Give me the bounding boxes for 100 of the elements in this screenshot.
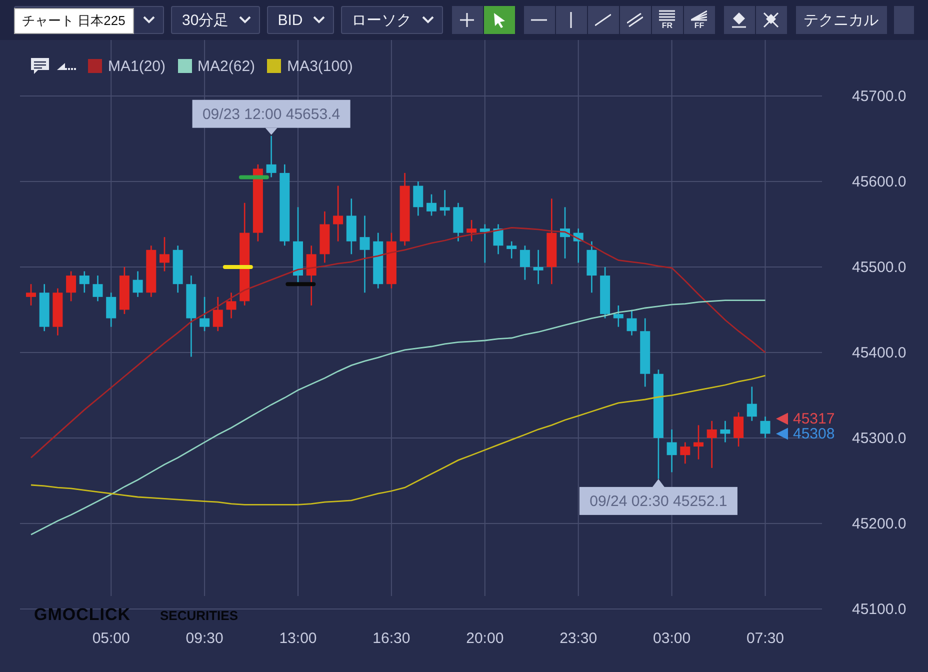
stacked-lines-icon [659,10,676,21]
annotation: 09/24 02:30 45252.1 [590,492,728,510]
tool-button[interactable] [620,6,651,34]
x-tick-label: 13:00 [279,630,317,647]
legend-label: MA1(20) [108,58,166,74]
candlestick [493,224,504,254]
candlestick [386,232,396,288]
candlestick [200,296,210,332]
candlestick [39,284,50,332]
candlestick [92,276,103,302]
candlestick [306,246,316,306]
comment-icon[interactable] [30,57,50,75]
tooltip: チャート 日本225 [14,8,134,34]
fan-lines-icon [691,10,708,21]
x-tick-label: 09:30 [186,630,224,647]
caret-icon [143,16,155,24]
caret-icon [312,16,325,24]
candlestick [212,296,223,332]
candlestick [560,207,570,258]
candlestick [26,284,36,306]
tool-button[interactable]: FR [652,6,683,34]
tool-button[interactable] [756,6,787,34]
candlestick [746,386,757,421]
tool-button[interactable]: FF [684,6,715,34]
candlestick [346,198,356,254]
dropdown[interactable]: ローソク [340,6,443,34]
candlestick [426,194,436,216]
candlestick [734,412,744,447]
candlestick [694,425,704,460]
tool-button[interactable] [556,6,587,34]
candlestick [266,136,276,178]
tool-button[interactable] [588,6,619,34]
y-tick-label: 45100.0 [852,601,906,618]
candlestick [613,305,624,327]
candlestick [132,271,143,297]
candlestick [506,241,517,258]
trend-line-icon [595,14,612,26]
candlestick [66,271,76,302]
candlestick [666,429,677,472]
plus-icon [459,12,476,28]
technical-button[interactable]: テクニカル [796,6,887,34]
eraser-cross-icon [763,12,780,28]
price-tooltip: 09/23 12:00 45653.4 [192,100,350,135]
y-tick-label: 45700.0 [852,88,906,105]
tool-button[interactable] [452,6,483,34]
candlestick [172,246,183,293]
candlestick [626,310,637,336]
eraser-icon [731,12,748,28]
candlestick [79,271,90,293]
candlestick [586,241,597,293]
candlestick [320,211,330,263]
candlestick [520,246,530,280]
candlestick [160,237,170,272]
candlestick [573,228,584,263]
candlestick [119,267,130,314]
legend-label: MA2(62) [198,58,256,74]
candlestick [226,292,236,318]
candlestick [760,416,770,438]
candlestick [413,182,424,216]
candlestick [333,186,344,242]
x-tick-label: 20:00 [466,630,504,647]
parallel-lines-icon [627,13,644,27]
x-tick-label: 07:30 [746,630,784,647]
candlestick [106,292,116,327]
y-tick-label: 45200.0 [852,516,906,532]
candlestick [52,288,63,336]
horizontal-line-icon [531,19,548,21]
dropdown[interactable]: BID [266,6,334,34]
ruler-icon[interactable] [56,61,78,71]
candlestick [440,190,450,216]
legend-label: MA3(100) [287,58,353,74]
candlestick [480,224,490,263]
candlestick [533,250,544,284]
vertical-line-icon [570,12,572,28]
candlestick [453,202,464,242]
annotation: 09/23 12:00 45653.4 [202,106,340,123]
brand-logo: GMOCLICK SECURITIES [34,605,238,624]
candlestick [600,267,610,318]
candlestick [706,420,717,468]
y-tick-label: 45400.0 [852,344,906,362]
candlestick [640,318,650,387]
tool-button[interactable] [524,6,555,34]
candlestick [680,442,690,464]
x-tick-label: 16:30 [372,630,410,647]
x-tick-label: 23:30 [560,630,598,647]
x-tick-label: 05:00 [92,630,130,647]
candlestick [466,220,477,242]
y-tick-label: 45300.0 [852,430,906,447]
candlestick [373,232,384,288]
y-tick-label: 45600.0 [852,174,906,190]
y-tick-label: 45500.0 [852,259,906,276]
cursor-icon [492,12,506,28]
caret-icon [422,16,434,24]
tool-button[interactable] [724,6,755,34]
price-tooltip: 09/24 02:30 45252.1 [579,478,738,515]
dropdown[interactable]: 30分足 [171,6,260,34]
candlestick [146,246,156,297]
x-tick-label: 03:00 [653,630,691,647]
candlestick [720,420,730,442]
caret-icon [238,16,251,24]
